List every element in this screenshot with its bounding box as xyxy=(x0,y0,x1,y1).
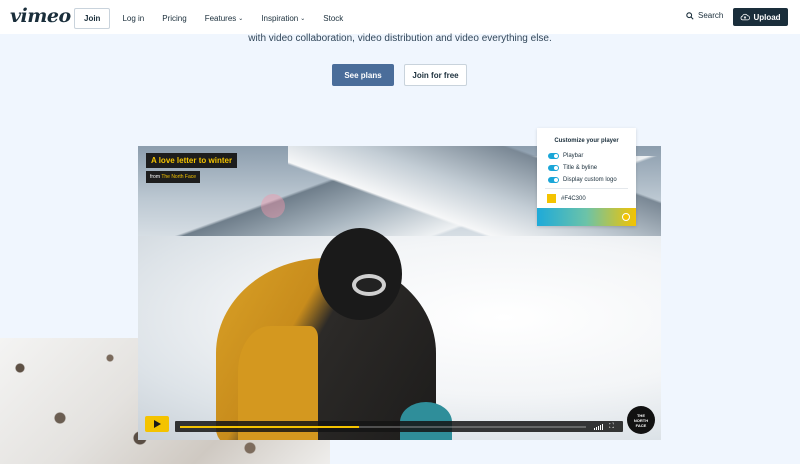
color-hex-value[interactable]: #F4C300 xyxy=(561,196,586,202)
option-label: Playbar xyxy=(563,153,584,159)
search-button[interactable]: Search xyxy=(686,11,723,20)
upload-button[interactable]: Upload xyxy=(733,8,788,26)
toggle-switch[interactable] xyxy=(548,177,559,183)
option-playbar[interactable]: Playbar xyxy=(548,153,583,159)
player-controls: ⛶ xyxy=(145,416,623,434)
progress-track[interactable] xyxy=(180,426,586,428)
color-slider-handle[interactable] xyxy=(622,213,630,221)
play-button[interactable] xyxy=(145,416,169,432)
upload-label: Upload xyxy=(753,12,781,22)
panel-title: Customize your player xyxy=(554,138,619,144)
fullscreen-icon[interactable]: ⛶ xyxy=(609,423,614,431)
nav-join-button[interactable]: Join xyxy=(74,8,111,29)
playbar: ⛶ xyxy=(175,421,623,432)
customize-player-panel: Customize your player Playbar Title & by… xyxy=(537,128,636,226)
nav-inspiration-label: Inspiration xyxy=(261,14,299,23)
toggle-switch[interactable] xyxy=(548,153,559,159)
byline-author-link[interactable]: The North Face xyxy=(161,174,196,180)
nav-features-menu[interactable]: Features ⌄ xyxy=(205,14,244,23)
toggle-switch[interactable] xyxy=(548,165,559,171)
vimeo-logo[interactable]: vimeo xyxy=(10,5,71,27)
site-header: vimeo Join Log in Pricing Features ⌄ Ins… xyxy=(0,0,800,34)
skier-helmet xyxy=(318,228,402,320)
nav-inspiration-menu[interactable]: Inspiration ⌄ xyxy=(261,14,305,23)
volume-icon[interactable] xyxy=(594,423,603,430)
option-custom-logo[interactable]: Display custom logo xyxy=(548,177,617,183)
video-byline: from The North Face xyxy=(146,171,201,183)
nav-stock-link[interactable]: Stock xyxy=(323,14,343,23)
divider xyxy=(545,188,628,189)
color-gradient-slider[interactable] xyxy=(537,208,636,226)
cloud-upload-icon xyxy=(741,13,751,21)
north-face-logo: THE NORTH FACE xyxy=(627,406,655,434)
play-icon xyxy=(153,420,161,428)
nav-features-label: Features xyxy=(204,14,237,23)
option-title-byline[interactable]: Title & byline xyxy=(548,165,597,171)
hero-tagline: with video collaboration, video distribu… xyxy=(248,33,552,44)
color-picker-row[interactable]: #F4C300 xyxy=(547,194,586,203)
option-label: Title & byline xyxy=(563,165,598,171)
join-for-free-button[interactable]: Join for free xyxy=(404,64,467,86)
video-title[interactable]: A love letter to winter xyxy=(146,153,238,168)
main-nav: Join Log in Pricing Features ⌄ Inspirati… xyxy=(74,8,361,29)
byline-prefix: from xyxy=(150,174,160,180)
color-swatch[interactable] xyxy=(547,194,556,203)
search-label: Search xyxy=(698,11,724,20)
progress-fill xyxy=(180,426,359,428)
lens-flare xyxy=(261,194,285,218)
chevron-down-icon: ⌄ xyxy=(238,16,244,22)
nav-login-link[interactable]: Log in xyxy=(122,14,144,23)
see-plans-button[interactable]: See plans xyxy=(332,64,394,86)
skier-goggles xyxy=(352,274,386,296)
nav-pricing-link[interactable]: Pricing xyxy=(162,14,186,23)
chevron-down-icon: ⌄ xyxy=(300,16,306,22)
search-icon xyxy=(686,11,694,20)
option-label: Display custom logo xyxy=(563,177,617,183)
